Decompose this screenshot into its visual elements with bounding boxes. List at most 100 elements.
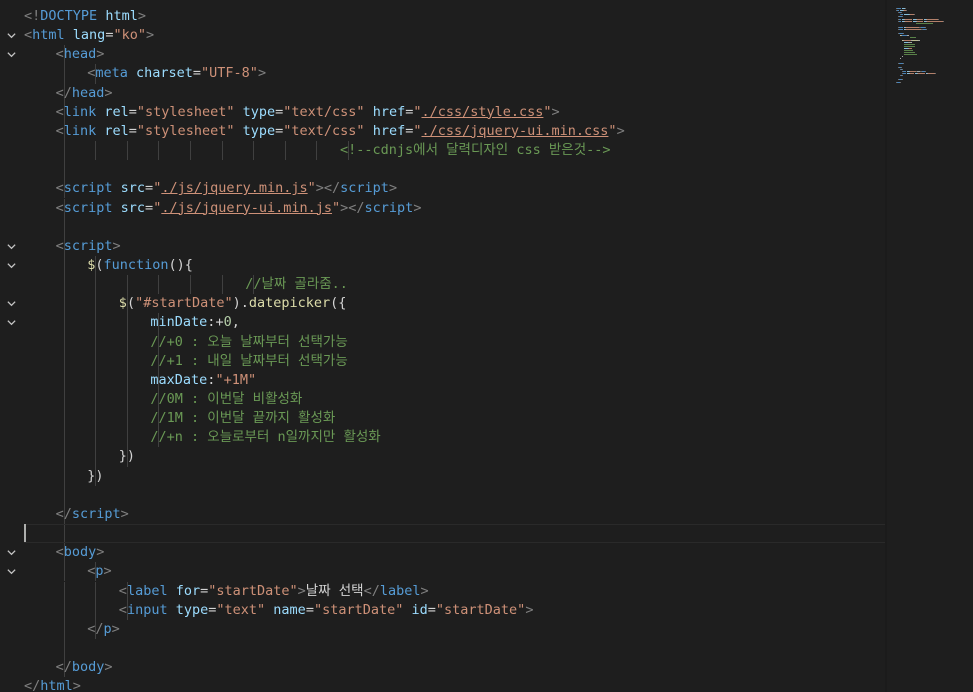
indent-guide [190,275,191,295]
code-token: p [103,620,112,637]
code-token: " [332,199,341,216]
minimap-stroke [913,14,915,16]
code-line[interactable]: maxDate:"+1M" [150,371,256,390]
code-token: + [215,314,224,331]
chevron-down-icon[interactable] [3,45,19,64]
code-token: 0 [223,314,232,331]
code-token: </ [55,659,72,676]
code-token: > [104,659,113,676]
code-token: head [71,84,105,101]
code-line[interactable]: <!DOCTYPE html> [24,7,146,26]
code-token: ( [126,295,136,312]
indent-guide [126,370,128,390]
indent-guide [63,409,65,429]
code-token: < [55,122,64,139]
chevron-down-icon[interactable] [3,294,19,313]
code-line[interactable]: //+0 : 오늘 날짜부터 선택가능 [150,333,347,352]
code-line[interactable]: //+n : 오늘로부터 n일까지만 활성화 [150,428,380,447]
code-line[interactable]: <body> [56,543,105,562]
indent-guide [95,351,97,371]
code-token: " [608,122,617,139]
code-line[interactable]: //날짜 골라줌.. [245,275,348,294]
code-token: > [616,122,625,139]
current-line-highlight [24,524,885,544]
chevron-down-icon[interactable] [3,543,19,562]
chevron-down-icon[interactable] [3,562,19,581]
code-token: = [145,199,154,216]
code-line[interactable]: <script src="./js/jquery-ui.min.js"></sc… [56,199,422,218]
code-token: = [128,122,137,139]
code-token: html [105,8,138,24]
code-line[interactable]: <meta charset="UTF-8"> [87,64,266,83]
indent-guide [126,141,128,161]
minimap-stroke [906,10,908,12]
code-line[interactable]: <p> [87,562,111,581]
code-token: body [63,544,97,561]
minimap-stroke [934,73,936,75]
indent-guide [126,313,128,333]
code-line[interactable]: $(function(){ [87,256,193,275]
code-token: script [63,199,113,216]
code-token: ></ [340,199,365,216]
code-token: meta [95,65,128,82]
code-token: "text/css" [283,103,365,120]
chevron-down-icon[interactable] [3,237,19,256]
code-line[interactable]: <label for="startDate">날짜 선택</label> [119,582,429,601]
code-token: link [63,122,97,139]
code-token: " [543,103,552,120]
code-line[interactable]: //0M : 이번달 비활성화 [150,390,302,409]
code-token: datepicker [248,295,331,312]
indent-guide [63,390,65,410]
minimap-stroke [900,58,902,60]
code-token: rel [104,103,129,120]
code-token: maxDate [150,371,208,388]
minimap-stroke [918,73,925,75]
code-editor[interactable]: <!DOCTYPE html> <html lang="ko"> <head> <me… [0,0,973,692]
indent-guide [126,428,128,448]
code-token: = [192,65,202,82]
minimap-stroke [901,16,903,18]
chevron-down-icon[interactable] [3,313,19,332]
code-token: name [273,601,306,618]
code-line[interactable]: </body> [56,658,113,677]
chevron-down-icon[interactable] [3,256,19,275]
code-line[interactable]: //1M : 이번달 끝까지 활성화 [150,409,335,428]
code-line[interactable]: <link rel="stylesheet" type="text/css" h… [56,103,560,122]
code-line[interactable]: }) [119,447,135,466]
indent-guide [63,428,65,448]
code-line[interactable]: <script src="./js/jquery.min.js"></scrip… [56,179,398,198]
code-line[interactable]: </html> [24,677,81,692]
indent-guide [316,141,318,161]
code-line[interactable]: <script> [56,237,121,256]
code-line[interactable]: </head> [56,84,113,103]
minimap[interactable] [892,0,972,692]
indent-guide [284,141,286,161]
code-line[interactable]: </script> [56,505,129,524]
code-line[interactable]: minDate:+0, [150,313,239,332]
code-line[interactable]: <link rel="stylesheet" type="text/css" h… [56,122,625,141]
scrollbar-edge [885,0,887,692]
code-line[interactable]: }) [87,467,103,486]
code-token: type [242,122,276,139]
chevron-down-icon[interactable] [3,26,19,45]
code-line[interactable]: <html lang="ko"> [24,26,154,45]
code-line[interactable]: $("#startDate").datepicker({ [119,294,347,313]
minimap-stroke [899,81,901,83]
code-line[interactable]: <!--cdnjs에서 달력디자인 css 받은것--> [340,141,611,160]
minimap-stroke [902,75,904,77]
code-token: </ [24,678,41,692]
code-line[interactable]: <head> [56,45,105,64]
indent-guide [63,141,65,161]
code-line[interactable]: </p> [87,620,120,639]
code-token: < [55,544,64,561]
code-token: "startDate" [208,582,298,599]
code-line[interactable]: //+1 : 내일 날짜부터 선택가능 [150,352,347,371]
code-token: //+0 : 오늘 날짜부터 선택가능 [150,333,348,350]
minimap-stroke [897,8,902,9]
code-line[interactable]: <input type="text" name="startDate" id="… [119,601,534,620]
code-token: </ [363,582,380,599]
code-area[interactable]: <!DOCTYPE html> <html lang="ko"> <head> <me… [24,0,886,692]
